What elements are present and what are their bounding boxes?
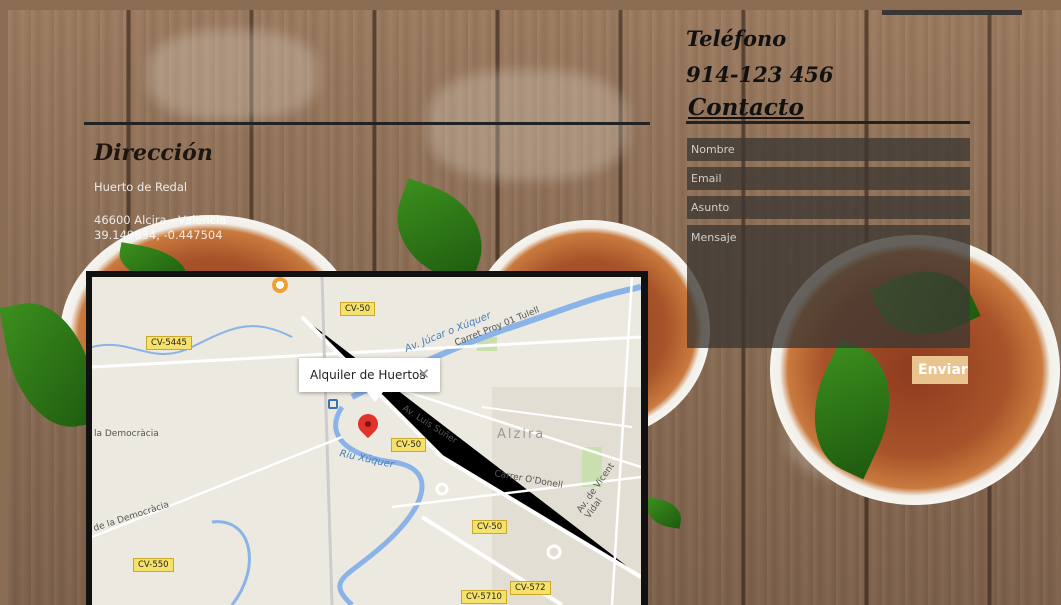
email-field[interactable] [687, 167, 970, 190]
popup-tail [367, 392, 383, 402]
contact-title: Contacto [688, 94, 804, 121]
train-station-icon [328, 399, 338, 409]
top-bar [882, 10, 1022, 15]
map[interactable]: CV-50 CV-5445 CV-50 CV-50 CV-550 CV-572 … [92, 277, 641, 605]
address-title: Dirección [94, 140, 213, 166]
road-badge: CV-50 [391, 438, 427, 452]
whitewash-patch [148, 30, 318, 120]
send-button[interactable]: Enviar [912, 356, 968, 384]
subject-field[interactable] [687, 196, 970, 219]
street-label: la Democràcia [94, 429, 159, 439]
road-badge: CV-50 [472, 520, 508, 534]
address-line: 46600 Alcira - Valencia [94, 213, 227, 227]
transit-icon [272, 277, 288, 293]
message-field[interactable] [687, 225, 970, 348]
city-label: Alzira [497, 427, 546, 442]
road-badge: CV-550 [133, 558, 174, 572]
road-badge: CV-5710 [461, 590, 507, 604]
road-badge: CV-572 [510, 581, 551, 595]
map-pin-dot [365, 421, 371, 427]
map-roads [92, 277, 641, 605]
whitewash-patch [428, 70, 628, 180]
address-line: Huerto de Redal [94, 180, 188, 194]
map-frame: CV-50 CV-5445 CV-50 CV-50 CV-550 CV-572 … [86, 271, 648, 605]
road-badge: CV-50 [340, 302, 376, 316]
popup-text: Alquiler de Huertos [310, 368, 426, 382]
phone-number: 914-123 456 [686, 62, 834, 87]
name-field[interactable] [687, 138, 970, 161]
divider-line [84, 122, 650, 125]
phone-title: Teléfono [686, 26, 787, 51]
map-info-popup: Alquiler de Huertos ✕ [299, 358, 440, 402]
close-icon[interactable]: ✕ [417, 365, 430, 383]
divider-line [686, 121, 970, 124]
road-badge: CV-5445 [146, 336, 192, 350]
page: Teléfono 914-123 456 Contacto Dirección … [0, 0, 1061, 605]
address-line: 39.149834, -0.447504 [94, 228, 223, 242]
